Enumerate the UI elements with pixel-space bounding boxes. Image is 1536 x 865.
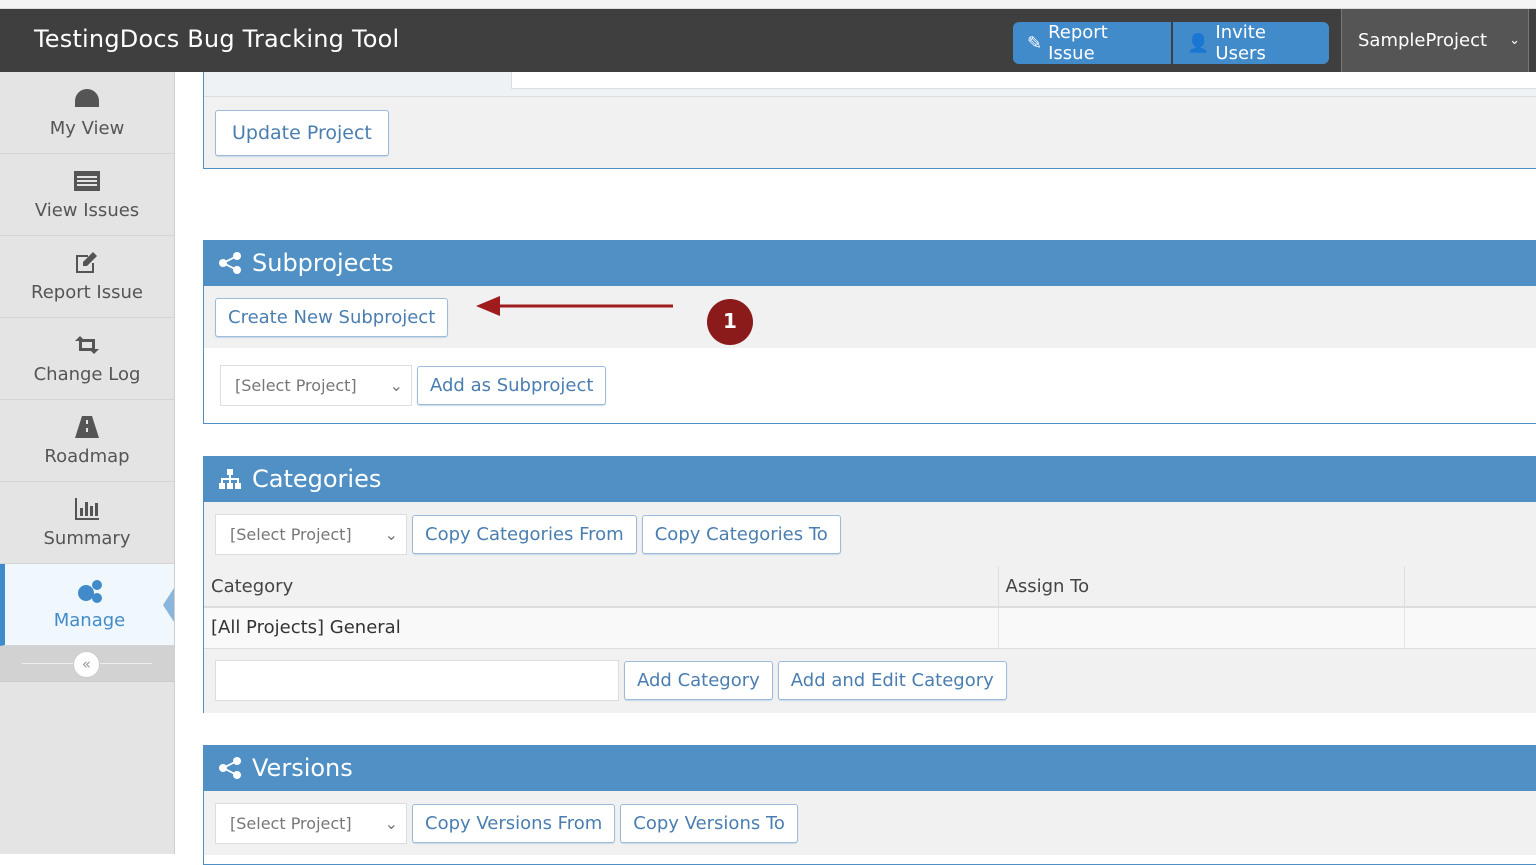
retweet-icon xyxy=(75,336,99,354)
versions-section: Versions [Select Project] ⌄ Copy Versions … xyxy=(203,745,1536,865)
sidebar-item-view-issues[interactable]: View Issues xyxy=(0,154,174,236)
copy-categories-to-button[interactable]: Copy Categories To xyxy=(641,514,841,554)
subprojects-header: Subprojects xyxy=(204,240,1536,286)
actions-cell xyxy=(1404,607,1536,649)
sidebar: My View View Issues Report Issue Change … xyxy=(0,72,175,854)
collapse-sidebar-button[interactable]: « xyxy=(73,651,100,678)
versions-header: Versions xyxy=(204,745,1536,791)
bar-chart-icon xyxy=(75,498,99,520)
new-category-input[interactable] xyxy=(215,660,619,701)
top-navbar: TestingDocs Bug Tracking Tool ✎ Report Is… xyxy=(0,9,1536,72)
assign-to-cell xyxy=(998,607,1405,649)
sitemap-icon xyxy=(219,469,241,489)
chevron-down-icon: ⌄ xyxy=(389,376,403,395)
categories-table: Category Assign To [All Projects] General xyxy=(204,566,1536,649)
edit-icon: ✎ xyxy=(1027,32,1043,54)
categories-section: Categories [Select Project] ⌄ Copy Categor… xyxy=(203,456,1536,713)
browser-strip xyxy=(0,0,1536,9)
dashboard-icon xyxy=(75,89,99,107)
copy-categories-from-button[interactable]: Copy Categories From xyxy=(412,514,637,554)
project-edit-box: Update Project xyxy=(203,72,1536,169)
copy-versions-from-button[interactable]: Copy Versions From xyxy=(412,803,616,843)
annotation-number: 1 xyxy=(723,309,737,333)
chevron-down-icon: ⌄ xyxy=(384,813,398,833)
column-header-category: Category xyxy=(204,566,999,608)
column-header-assign-to: Assign To xyxy=(998,566,1405,608)
share-alt-icon xyxy=(219,757,241,779)
share-alt-icon xyxy=(219,252,241,274)
sidebar-item-manage[interactable]: Manage xyxy=(0,564,174,646)
sidebar-collapse: « xyxy=(0,646,174,682)
create-new-subproject-button[interactable]: Create New Subproject xyxy=(215,297,449,337)
sidebar-item-change-log[interactable]: Change Log xyxy=(0,318,174,400)
update-project-button[interactable]: Update Project xyxy=(215,109,389,156)
versions-project-select[interactable]: [Select Project] ⌄ xyxy=(215,802,407,844)
project-dropdown[interactable]: SampleProject ⌄ xyxy=(1341,9,1529,72)
report-issue-button[interactable]: ✎ Report Issue xyxy=(1013,22,1171,64)
sidebar-item-report-issue[interactable]: Report Issue xyxy=(0,236,174,318)
road-icon xyxy=(75,416,99,438)
chevron-down-icon: ⌄ xyxy=(384,524,398,544)
add-category-button[interactable]: Add Category xyxy=(624,661,773,700)
sidebar-item-summary[interactable]: Summary xyxy=(0,482,174,564)
app-title[interactable]: TestingDocs Bug Tracking Tool xyxy=(34,25,399,53)
gears-icon xyxy=(77,580,102,603)
copy-versions-to-button[interactable]: Copy Versions To xyxy=(620,803,798,843)
sidebar-item-my-view[interactable]: My View xyxy=(0,72,174,154)
categories-header: Categories xyxy=(204,456,1536,502)
sidebar-item-roadmap[interactable]: Roadmap xyxy=(0,400,174,482)
edit-icon xyxy=(76,252,97,273)
category-cell[interactable]: [All Projects] General xyxy=(204,607,999,649)
table-row: [All Projects] General xyxy=(204,607,1536,649)
column-header-actions xyxy=(1404,566,1536,608)
subproject-select[interactable]: [Select Project] ⌄ xyxy=(220,365,412,406)
chevron-down-icon: ⌄ xyxy=(1509,33,1520,48)
categories-project-select[interactable]: [Select Project] ⌄ xyxy=(215,513,407,555)
invite-users-button[interactable]: 👤 Invite Users xyxy=(1173,22,1329,64)
add-and-edit-category-button[interactable]: Add and Edit Category xyxy=(777,661,1007,700)
add-as-subproject-button[interactable]: Add as Subproject xyxy=(417,366,607,405)
list-icon xyxy=(74,171,100,191)
user-plus-icon: 👤 xyxy=(1187,32,1210,54)
subprojects-section: Subprojects Create New Subproject [Selec… xyxy=(203,240,1536,424)
